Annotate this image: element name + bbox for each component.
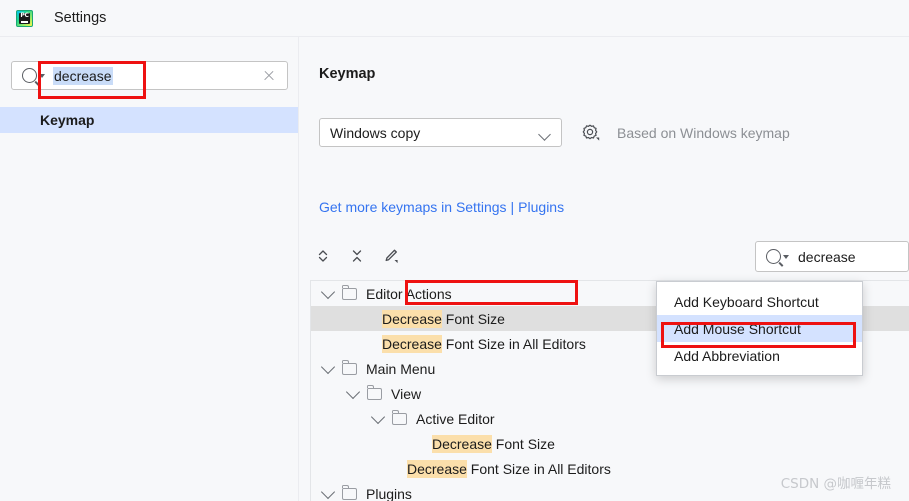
chevron-down-icon	[538, 128, 551, 141]
keymap-search-value: decrease	[798, 248, 856, 265]
tree-row-label: Decrease Font Size	[382, 309, 505, 328]
gear-icon[interactable]	[581, 123, 600, 142]
search-icon	[22, 68, 37, 83]
tree-row-label: Main Menu	[366, 360, 436, 377]
tree-row-label-rest: Font Size	[491, 435, 555, 452]
watermark: CSDN @咖喱年糕	[780, 476, 891, 492]
plugins-link[interactable]: Plugins	[518, 199, 564, 215]
chevron-down-icon[interactable]	[345, 384, 361, 399]
keymap-search-field[interactable]: decrease	[755, 241, 909, 272]
keymap-select-value: Windows copy	[330, 124, 421, 141]
folder-icon	[391, 410, 407, 425]
tree-row-label-rest: Font Size	[441, 310, 505, 327]
context-menu: Add Keyboard Shortcut Add Mouse Shortcut A…	[656, 281, 863, 376]
window-title: Settings	[54, 10, 107, 26]
folder-icon	[341, 285, 357, 300]
folder-icon	[341, 485, 357, 500]
match-highlight: Decrease	[382, 309, 442, 328]
context-menu-item[interactable]: Add Abbreviation	[657, 342, 862, 369]
tree-row-label: Active Editor	[416, 410, 495, 427]
tree-row-label: Editor Actions	[366, 285, 452, 302]
chevron-down-icon[interactable]	[320, 484, 336, 499]
tree-row-label-rest: Font Size in All Editors	[466, 460, 611, 477]
pycharm-icon: PC	[16, 9, 33, 27]
settings-body: decrease Keymap Keymap Windows copy Base…	[0, 37, 909, 501]
chevron-down-icon[interactable]	[320, 359, 336, 374]
window-titlebar: PC Settings	[0, 0, 909, 37]
sidebar-search-value: decrease	[53, 66, 113, 85]
match-highlight: Decrease	[382, 334, 442, 353]
folder-icon	[366, 385, 382, 400]
match-highlight: Decrease	[432, 434, 492, 453]
tree-row[interactable]: Decrease Font Size	[311, 431, 909, 456]
tree-row-label: View	[391, 385, 422, 402]
sidebar-search-field[interactable]: decrease	[11, 61, 288, 90]
sidebar-item-label: Keymap	[40, 112, 95, 128]
tree-row[interactable]: Active Editor	[311, 406, 909, 431]
edit-pencil-icon[interactable]	[378, 243, 404, 269]
sidebar-item-keymap[interactable]: Keymap	[0, 107, 298, 133]
link-separator: |	[510, 199, 515, 215]
chevron-down-icon[interactable]	[320, 284, 336, 299]
expand-all-icon[interactable]	[310, 243, 336, 269]
settings-sidebar: decrease Keymap	[0, 37, 299, 501]
clear-icon[interactable]	[263, 70, 275, 82]
tree-row[interactable]: View	[311, 381, 909, 406]
tree-row-label: Plugins	[366, 485, 412, 501]
chevron-down-icon[interactable]	[370, 409, 386, 424]
collapse-all-icon[interactable]	[344, 243, 370, 269]
keymap-selector-row: Windows copy Based on Windows keymap	[319, 118, 790, 147]
folder-icon	[341, 360, 357, 375]
chevron-down-icon[interactable]	[783, 254, 789, 259]
context-menu-item[interactable]: Add Keyboard Shortcut	[657, 288, 862, 315]
tree-row-label: Decrease Font Size in All Editors	[407, 459, 611, 478]
tree-row-label-rest: Font Size in All Editors	[441, 335, 586, 352]
keymap-links: Get more keymaps in Settings | Plugins	[319, 199, 564, 215]
search-icon	[766, 249, 781, 264]
settings-content: Keymap Windows copy Based on Windows key…	[299, 37, 909, 501]
tree-row-label: Decrease Font Size	[432, 434, 555, 453]
get-more-keymaps-link[interactable]: Get more keymaps in Settings	[319, 199, 507, 215]
page-title: Keymap	[319, 66, 376, 82]
match-highlight: Decrease	[407, 459, 467, 478]
keymap-select[interactable]: Windows copy	[319, 118, 562, 147]
chevron-down-icon[interactable]	[39, 73, 45, 78]
context-menu-item[interactable]: Add Mouse Shortcut	[657, 315, 862, 342]
based-on-label: Based on Windows keymap	[617, 124, 790, 141]
tree-row-label: Decrease Font Size in All Editors	[382, 334, 586, 353]
